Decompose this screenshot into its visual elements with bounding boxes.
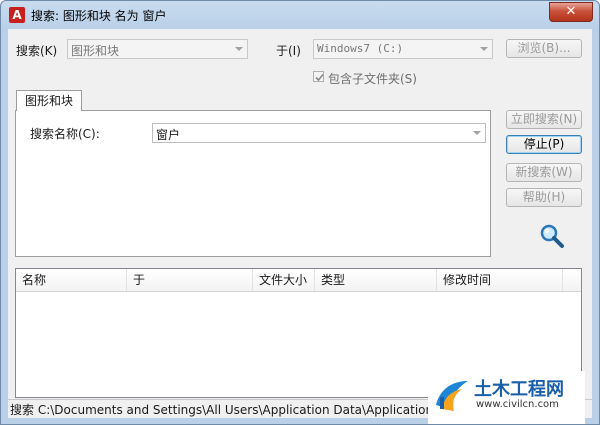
tab-panel: 搜索名称(C): 窗户 xyxy=(15,110,491,257)
logo-icon xyxy=(436,381,468,411)
location-value: Windows7 (C:) xyxy=(317,42,404,55)
include-subfolders-label: 包含子文件夹(S) xyxy=(328,72,417,86)
close-button[interactable]: ✕ xyxy=(549,2,593,22)
location-combo[interactable]: Windows7 (C:) xyxy=(313,39,493,59)
chevron-down-icon xyxy=(480,47,488,51)
window-title: 搜索: 图形和块 名为 窗户 xyxy=(31,9,167,23)
stop-button[interactable]: 停止(P) xyxy=(506,135,582,154)
column-header-type[interactable]: 类型 xyxy=(315,269,437,291)
autocad-app-icon: A xyxy=(9,7,25,23)
search-name-label: 搜索名称(C): xyxy=(30,127,100,141)
checkmark-icon xyxy=(315,73,324,82)
include-subfolders-checkbox[interactable] xyxy=(313,71,324,82)
location-label: 于(I) xyxy=(276,44,301,58)
tab-drawings-and-blocks[interactable]: 图形和块 xyxy=(16,90,83,111)
new-search-button[interactable]: 新搜索(W) xyxy=(506,163,582,182)
search-in-label: 搜索(K) xyxy=(16,44,58,58)
results-header: 名称 于 文件大小 类型 修改时间 xyxy=(16,269,581,292)
browse-button[interactable]: 浏览(B)... xyxy=(506,39,582,58)
search-in-value: 图形和块 xyxy=(71,44,120,58)
magnifier-icon xyxy=(540,224,564,248)
help-button[interactable]: 帮助(H) xyxy=(506,188,582,207)
dialog-client-area: 搜索(K) 图形和块 于(I) Windows7 (C:) 浏览(B)... 包… xyxy=(8,29,592,418)
search-now-button[interactable]: 立即搜索(N) xyxy=(506,110,582,129)
column-header-size[interactable]: 文件大小 xyxy=(253,269,315,291)
watermark-url: www.civilcn.com xyxy=(476,399,559,410)
search-name-value: 窗户 xyxy=(156,128,181,142)
chevron-down-icon xyxy=(235,47,243,51)
chevron-down-icon xyxy=(473,131,481,135)
search-in-combo[interactable]: 图形和块 xyxy=(67,39,248,59)
column-header-location[interactable]: 于 xyxy=(127,269,253,291)
title-bar[interactable]: A 搜索: 图形和块 名为 窗户 ✕ xyxy=(1,1,599,29)
search-name-combo[interactable]: 窗户 xyxy=(152,123,486,143)
watermark-name: 土木工程网 xyxy=(474,379,564,400)
watermark-logo: 土木工程网 www.civilcn.com xyxy=(428,371,585,424)
status-text: 搜索 C:\Documents and Settings\All Users\A… xyxy=(10,403,434,417)
column-header-modified[interactable]: 修改时间 xyxy=(437,269,563,291)
search-dialog: A 搜索: 图形和块 名为 窗户 ✕ 搜索(K) 图形和块 于(I) Windo… xyxy=(0,0,600,425)
column-header-name[interactable]: 名称 xyxy=(16,269,127,291)
